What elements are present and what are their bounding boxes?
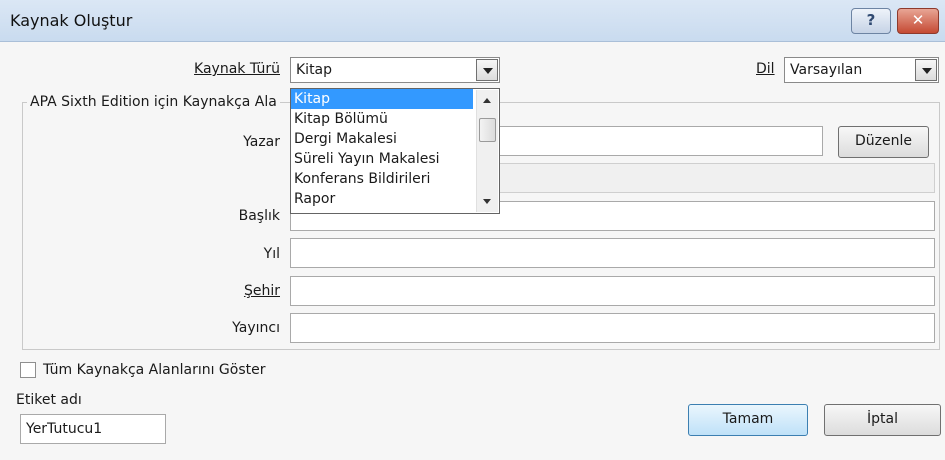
chevron-down-icon[interactable] [915, 59, 937, 81]
tag-name-label: Etiket adı [16, 392, 82, 408]
close-button[interactable]: ✕ [897, 8, 939, 34]
edit-button[interactable]: Düzenle [838, 126, 929, 158]
dropdown-item[interactable]: Süreli Yayın Makalesi [291, 149, 473, 169]
dropdown-scrollbar[interactable] [476, 90, 498, 212]
publisher-field[interactable] [290, 313, 935, 343]
source-type-value: Kitap [296, 62, 333, 78]
title-bar: Kaynak Oluştur ? ✕ [0, 0, 945, 42]
create-source-dialog: Kaynak Oluştur ? ✕ Kaynak Türü Kitap Dil… [0, 0, 945, 460]
dropdown-item[interactable]: Dergi Makalesi [291, 129, 473, 149]
show-all-checkbox[interactable] [20, 362, 36, 378]
group-caption: APA Sixth Edition için Kaynakça Ala [27, 94, 280, 110]
ok-button[interactable]: Tamam [688, 404, 808, 436]
scroll-up-icon[interactable] [483, 98, 491, 103]
source-type-label: Kaynak Türü [194, 61, 280, 77]
publisher-label: Yayıncı [232, 320, 280, 336]
source-type-combo[interactable]: Kitap [290, 57, 500, 83]
dropdown-item[interactable]: Kitap [291, 89, 473, 109]
dropdown-item[interactable]: Kitap Bölümü [291, 109, 473, 129]
scroll-thumb[interactable] [479, 118, 496, 142]
help-button[interactable]: ? [851, 8, 891, 34]
city-field[interactable] [290, 276, 935, 306]
dropdown-item[interactable]: Konferans Bildirileri [291, 169, 473, 189]
source-type-dropdown: Kitap Kitap Bölümü Dergi Makalesi Süreli… [290, 88, 500, 214]
tag-name-input[interactable]: YerTutucu1 [20, 414, 166, 444]
year-label: Yıl [263, 246, 280, 262]
close-icon: ✕ [911, 11, 925, 29]
year-field[interactable] [290, 238, 935, 268]
chevron-down-icon[interactable] [476, 59, 498, 81]
cancel-button[interactable]: İptal [824, 404, 941, 436]
language-combo[interactable]: Varsayılan [784, 57, 939, 83]
scroll-down-icon[interactable] [483, 199, 491, 204]
language-value: Varsayılan [790, 62, 863, 78]
tag-name-value: YerTutucu1 [26, 421, 103, 437]
window-title: Kaynak Oluştur [10, 11, 133, 30]
language-label: Dil [756, 61, 775, 77]
title-label: Başlık [238, 208, 280, 224]
help-icon: ? [866, 11, 876, 29]
dropdown-item[interactable]: Rapor [291, 189, 473, 209]
show-all-label[interactable]: Tüm Kaynakça Alanlarını Göster [43, 362, 266, 378]
city-label: Şehir [243, 283, 280, 299]
author-label: Yazar [243, 134, 280, 150]
